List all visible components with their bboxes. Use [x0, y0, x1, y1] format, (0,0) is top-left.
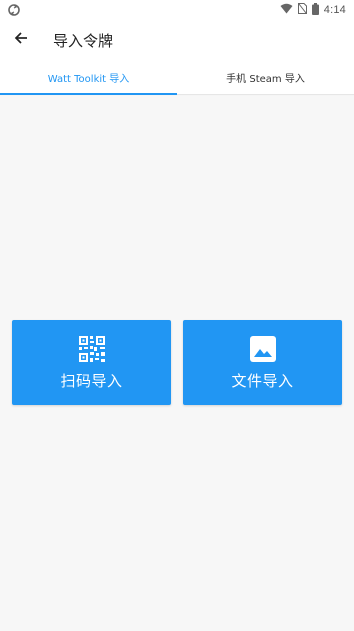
wifi-icon	[280, 3, 293, 17]
scan-import-button[interactable]: 扫码导入	[12, 320, 171, 405]
status-right: 4:14	[280, 2, 346, 18]
back-button[interactable]	[1, 20, 41, 60]
no-sim-icon	[297, 3, 307, 17]
image-icon	[249, 335, 277, 363]
scan-import-label: 扫码导入	[60, 371, 123, 390]
tab-phone-steam-import[interactable]: 手机 Steam 导入	[177, 60, 354, 94]
app-bar: 导入令牌	[0, 20, 354, 60]
arrow-left-icon	[13, 30, 29, 50]
status-time: 4:14	[323, 4, 346, 16]
screen: 4:14 导入令牌 Watt Toolkit 导入 手机 Steam 导入 扫码…	[0, 0, 354, 631]
battery-icon	[311, 2, 319, 18]
sync-icon	[8, 1, 20, 20]
page-title: 导入令牌	[53, 31, 114, 50]
tab-indicator	[0, 93, 177, 95]
tab-label: 手机 Steam 导入	[226, 73, 305, 85]
status-bar: 4:14	[0, 0, 354, 20]
tab-watt-toolkit-import[interactable]: Watt Toolkit 导入	[0, 60, 177, 94]
tab-bar: Watt Toolkit 导入 手机 Steam 导入	[0, 60, 354, 95]
file-import-button[interactable]: 文件导入	[183, 320, 342, 405]
main-content: 扫码导入 文件导入	[0, 96, 354, 631]
status-left	[8, 1, 20, 20]
qr-code-icon	[78, 335, 106, 363]
file-import-label: 文件导入	[231, 371, 294, 390]
tab-label: Watt Toolkit 导入	[47, 73, 130, 85]
